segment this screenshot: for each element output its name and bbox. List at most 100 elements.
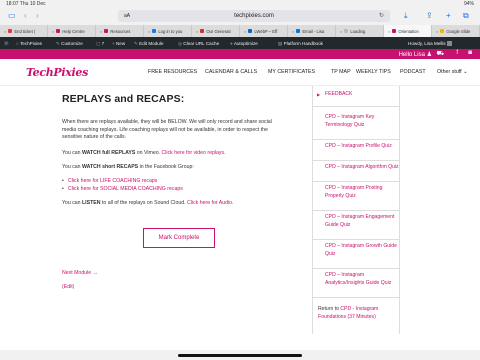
share-icon[interactable]: ⇪ bbox=[426, 11, 433, 21]
nav-other-stuff[interactable]: Other stuff ⌄ bbox=[437, 69, 468, 75]
sidebar-item-algorithm-quiz[interactable]: CPD – Instagram Algorithm Quiz bbox=[313, 164, 399, 182]
nav-free-resources[interactable]: FREE RESOURCES bbox=[148, 69, 197, 75]
close-tab-icon[interactable]: × bbox=[436, 29, 438, 34]
close-tab-icon[interactable]: × bbox=[100, 29, 102, 34]
site-header-bar: Hello Lisa ♟ ⛟ f ◙ bbox=[0, 49, 480, 59]
life-coaching-recaps-link[interactable]: Click here for LIFE COACHING recaps bbox=[62, 178, 183, 186]
sidebar-item-feedback[interactable]: ▶ FEEDBACK bbox=[313, 91, 399, 107]
new-tab-icon[interactable]: + bbox=[446, 11, 451, 21]
tab[interactable]: × Email - Lisa bbox=[288, 25, 336, 37]
sidebar-item-growth-quiz[interactable]: CPD – Instagram Growth Guide Quiz bbox=[313, 243, 399, 269]
tab[interactable]: × LWebP – Eff bbox=[240, 25, 288, 37]
sidebar-item-label: CPD – Instagram Engagement Guide Quiz bbox=[325, 214, 395, 228]
vimeo-mid: on Vimeo. bbox=[136, 150, 161, 156]
nav-calendar-calls[interactable]: CALENDAR & CALLS bbox=[205, 69, 257, 75]
admin-comments-link[interactable]: ▢ 7 bbox=[96, 41, 104, 47]
admin-handbook-link[interactable]: ▤ Platform Handbook bbox=[278, 41, 323, 47]
nav-podcast[interactable]: PODCAST bbox=[400, 69, 426, 75]
tab[interactable]: × Our Generati bbox=[192, 25, 240, 37]
tab[interactable]: × Loading bbox=[336, 25, 384, 37]
admin-autoptimize-link[interactable]: ● Autoptimize bbox=[230, 41, 258, 46]
play-icon: ▶ bbox=[317, 92, 321, 97]
tab[interactable]: × Help Centre bbox=[48, 25, 96, 37]
sidebar-item-analytics-quiz[interactable]: CPD – Instagram Analytics/Insights Guide… bbox=[313, 272, 399, 298]
nav-tp-map[interactable]: TP MAP bbox=[331, 69, 351, 75]
close-tab-icon[interactable]: × bbox=[148, 29, 150, 34]
close-tab-icon[interactable]: × bbox=[52, 29, 54, 34]
nav-weekly-tips[interactable]: WEEKLY TIPS bbox=[356, 69, 391, 75]
home-indicator[interactable] bbox=[178, 354, 302, 357]
address-bar[interactable]: aA techpixies.com ↻ bbox=[118, 10, 390, 22]
address-url[interactable]: techpixies.com bbox=[118, 13, 390, 19]
social-media-recaps-link[interactable]: Click here for SOCIAL MEDIA COACHING rec… bbox=[62, 186, 183, 194]
vimeo-bold: WATCH full REPLAYS bbox=[82, 150, 136, 156]
close-tab-icon[interactable]: × bbox=[244, 29, 246, 34]
tab-overview-icon[interactable]: ⧉ bbox=[463, 11, 469, 21]
admin-site-link[interactable]: ⌂ TechPixies bbox=[16, 41, 42, 46]
close-tab-icon[interactable]: × bbox=[388, 29, 390, 34]
facebook-icon[interactable]: f bbox=[456, 50, 458, 56]
tab[interactable]: × Log in to you bbox=[144, 25, 192, 37]
listen-mid: to all of the replays on Sound Cloud. bbox=[101, 200, 186, 206]
section-title: REPLAYS and RECAPS: bbox=[62, 93, 185, 105]
admin-howdy[interactable]: Howdy, Lisa Mellis bbox=[408, 40, 452, 46]
admin-edit-module-link[interactable]: ✎ Edit Module bbox=[134, 41, 163, 47]
sidebar-item-label: CPD – Instagram Key Terminology Quiz bbox=[325, 114, 375, 128]
cart-icon[interactable]: ⛟ bbox=[436, 50, 444, 58]
tab-label: Our Generati bbox=[206, 28, 231, 34]
close-tab-icon[interactable]: × bbox=[340, 29, 342, 34]
reload-icon[interactable]: ↻ bbox=[379, 12, 384, 19]
sidebar-item-profile-quiz[interactable]: CPD – Instagram Profile Quiz bbox=[313, 143, 399, 161]
sidebar-item-label: CPD – Instagram Algorithm Quiz bbox=[325, 164, 399, 170]
admin-new-link[interactable]: + New bbox=[112, 41, 125, 46]
instagram-icon[interactable]: ◙ bbox=[468, 50, 472, 56]
plus-icon: + bbox=[112, 40, 115, 46]
hello-user[interactable]: Hello Lisa ♟ bbox=[399, 51, 432, 58]
sidebar-item-label: CPD – Instagram Profile Quiz bbox=[325, 143, 392, 149]
main-navigation: TechPixies FREE RESOURCES CALENDAR & CAL… bbox=[0, 59, 480, 86]
comment-count: 7 bbox=[101, 40, 105, 46]
close-tab-icon[interactable]: × bbox=[292, 29, 294, 34]
return-to-course: Return to CPD - Instagram Foundations (3… bbox=[318, 306, 400, 322]
wordpress-icon[interactable]: Ⓦ bbox=[4, 41, 9, 47]
site-logo[interactable]: TechPixies bbox=[26, 66, 88, 79]
tab-label: LWebP – Eff bbox=[254, 28, 278, 34]
sidebar-item-engagement-quiz[interactable]: CPD – Instagram Engagement Guide Quiz bbox=[313, 214, 399, 240]
tab-strip: × End ticket | × Help Centre × Resources × L… bbox=[0, 25, 480, 37]
edit-link[interactable]: (Edit) bbox=[62, 284, 284, 292]
tab-active[interactable]: × Orientation bbox=[384, 25, 432, 37]
vimeo-paragraph: You can WATCH full REPLAYS on Vimeo. Cli… bbox=[62, 150, 284, 158]
sidebar-toggle-icon[interactable]: ▭ bbox=[8, 11, 16, 21]
nav-other-stuff-label: Other stuff bbox=[437, 69, 462, 75]
forward-icon[interactable]: › bbox=[36, 11, 39, 21]
status-dot-icon: ● bbox=[230, 40, 233, 46]
nav-my-certificates[interactable]: MY CERTIFICATES bbox=[268, 69, 315, 75]
close-tab-icon[interactable]: × bbox=[196, 29, 198, 34]
tab[interactable]: × End ticket | bbox=[0, 25, 48, 37]
admin-customize-label: Customize bbox=[61, 40, 83, 46]
video-replays-link[interactable]: Click here for video replays. bbox=[162, 150, 226, 156]
tab-favicon bbox=[8, 29, 13, 33]
admin-clear-cache-link[interactable]: ◎ Clear URL Cache bbox=[178, 41, 219, 47]
mark-complete-button[interactable]: Mark Complete bbox=[143, 228, 215, 248]
return-prefix: Return to bbox=[318, 306, 339, 312]
back-icon[interactable]: ‹ bbox=[24, 11, 27, 21]
admin-customize-link[interactable]: ✎ Customize bbox=[56, 41, 83, 47]
sidebar-item-key-terminology-quiz[interactable]: CPD – Instagram Key Terminology Quiz bbox=[313, 114, 399, 140]
status-bar: 18:07 Thu 10 Dec 94% bbox=[0, 0, 480, 8]
tab[interactable]: × Google Slide bbox=[432, 25, 480, 37]
tab-label: Email - Lisa bbox=[302, 28, 325, 34]
tab[interactable]: × Resources bbox=[96, 25, 144, 37]
download-icon[interactable]: ⤓ bbox=[404, 11, 408, 21]
sidebar-item-posting-properly-quiz[interactable]: CPD – Instagram Posting Properly Quiz bbox=[313, 185, 399, 211]
close-tab-icon[interactable]: × bbox=[4, 29, 6, 34]
avatar bbox=[446, 40, 452, 46]
tab-favicon bbox=[440, 29, 445, 33]
next-module-link[interactable]: Next Module → bbox=[62, 270, 284, 278]
audio-link[interactable]: Click here for Audio. bbox=[187, 200, 233, 206]
tab-favicon bbox=[344, 29, 349, 33]
tab-favicon bbox=[104, 29, 109, 33]
tab-favicon bbox=[200, 29, 205, 33]
recap-suffix: in the Facebook Group: bbox=[139, 164, 194, 170]
chevron-down-icon: ⌄ bbox=[463, 69, 468, 75]
